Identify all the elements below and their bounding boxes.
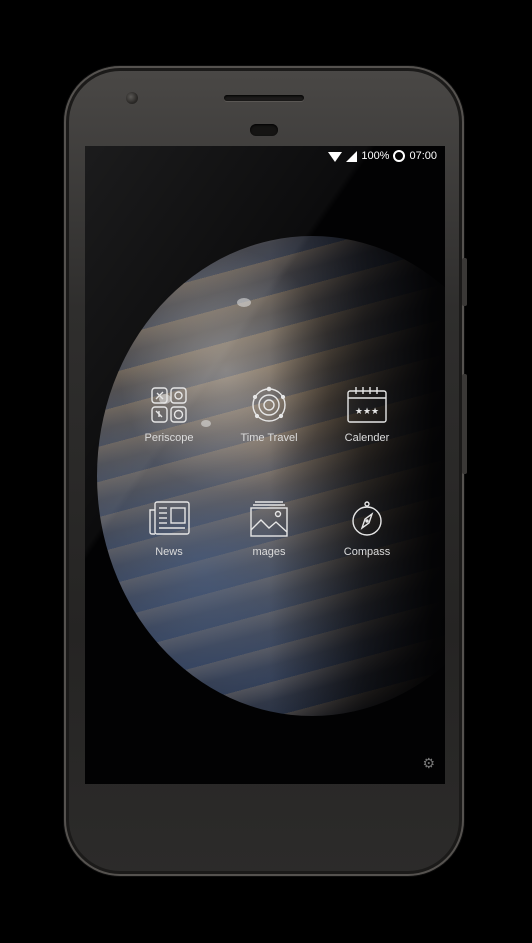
periscope-icon [151, 387, 187, 423]
calendar-icon: ★★★ [347, 387, 387, 423]
app-periscope[interactable]: Periscope [119, 386, 219, 444]
clock: 07:00 [409, 150, 437, 162]
gear-icon[interactable]: ⚙ [422, 755, 435, 772]
app-news[interactable]: News [119, 500, 219, 558]
battery-percent: 100% [361, 150, 390, 162]
cell-signal-icon [346, 150, 358, 162]
phone-frame: 100% 07:00 Periscope Time Travel ★★★ Cal… [64, 66, 467, 876]
volume-button[interactable] [462, 258, 467, 306]
app-label: News [155, 546, 183, 558]
app-time-travel[interactable]: Time Travel [219, 386, 319, 444]
proximity-sensor [250, 124, 278, 136]
newspaper-icon [149, 501, 190, 535]
app-label: mages [252, 546, 286, 558]
app-label: Compass [343, 546, 391, 558]
app-label: Time Travel [240, 432, 298, 444]
earpiece-speaker [224, 95, 304, 101]
wifi-icon [328, 152, 343, 162]
app-label: Periscope [144, 432, 194, 444]
compass-icon [352, 501, 382, 536]
battery-icon [393, 150, 406, 162]
power-button[interactable] [462, 374, 467, 474]
svg-text:★★★: ★★★ [355, 407, 379, 417]
app-label: Calender [344, 432, 390, 444]
app-images[interactable]: mages [219, 500, 319, 558]
time-travel-icon [252, 386, 286, 422]
app-compass[interactable]: Compass [317, 500, 417, 558]
home-screen: 100% 07:00 Periscope Time Travel ★★★ Cal… [85, 146, 445, 784]
front-camera [126, 92, 138, 104]
status-bar: 100% 07:00 [328, 146, 437, 166]
wallpaper-planet [97, 236, 445, 716]
app-calender[interactable]: ★★★ Calender [317, 386, 417, 444]
images-icon [250, 501, 288, 537]
